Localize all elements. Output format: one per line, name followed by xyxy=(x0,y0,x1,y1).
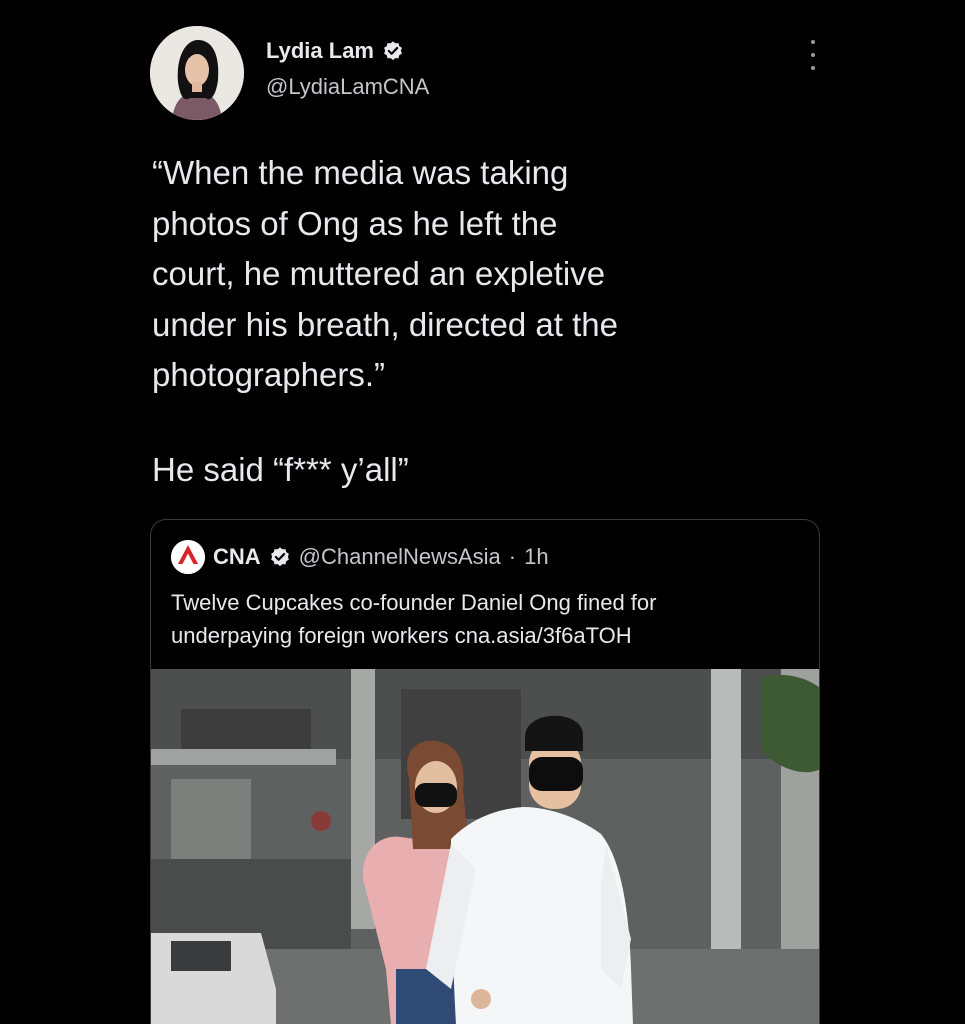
quoted-text-line[interactable]: underpaying foreign workers cna.asia/3f6… xyxy=(171,619,801,652)
author-display-name[interactable]: Lydia Lam xyxy=(266,38,374,64)
news-photo[interactable] xyxy=(151,669,819,1024)
tweet-text-line: He said “f*** y’all” xyxy=(152,450,409,488)
quoted-display-name[interactable]: CNA xyxy=(213,544,261,570)
tweet-text-line: under his breath, directed at the xyxy=(152,305,618,343)
verified-badge-icon xyxy=(270,547,289,567)
quoted-tweet[interactable]: CNA @ChannelNewsAsia · 1h Twelve Cupcake… xyxy=(150,519,820,1024)
cna-logo-icon xyxy=(171,540,205,574)
more-options-icon[interactable] xyxy=(808,40,818,70)
tweet-text-line: “When the media was taking xyxy=(152,154,569,191)
quoted-tweet-header: CNA @ChannelNewsAsia · 1h xyxy=(171,540,549,574)
quoted-handle[interactable]: @ChannelNewsAsia xyxy=(299,544,501,570)
tweet-body: “When the media was taking photos of Ong… xyxy=(152,148,792,495)
quoted-text-line: Twelve Cupcakes co-founder Daniel Ong fi… xyxy=(171,590,657,615)
tweet-text-line: photographers.” xyxy=(152,356,385,393)
tweet-header: Lydia Lam @LydiaLamCNA xyxy=(150,26,830,122)
quoted-timestamp[interactable]: 1h xyxy=(524,544,548,570)
verified-badge-icon xyxy=(384,41,402,61)
time-separator: · xyxy=(508,544,517,569)
avatar-portrait-icon xyxy=(150,26,244,120)
news-photo-image xyxy=(151,669,819,1024)
quoted-tweet-text: Twelve Cupcakes co-founder Daniel Ong fi… xyxy=(171,586,801,652)
tweet-text-line: court, he muttered an expletive xyxy=(152,255,606,292)
tweet-text-line: photos of Ong as he left the xyxy=(152,204,558,242)
author-avatar[interactable] xyxy=(150,26,244,120)
author-handle[interactable]: @LydiaLamCNA xyxy=(266,74,429,100)
